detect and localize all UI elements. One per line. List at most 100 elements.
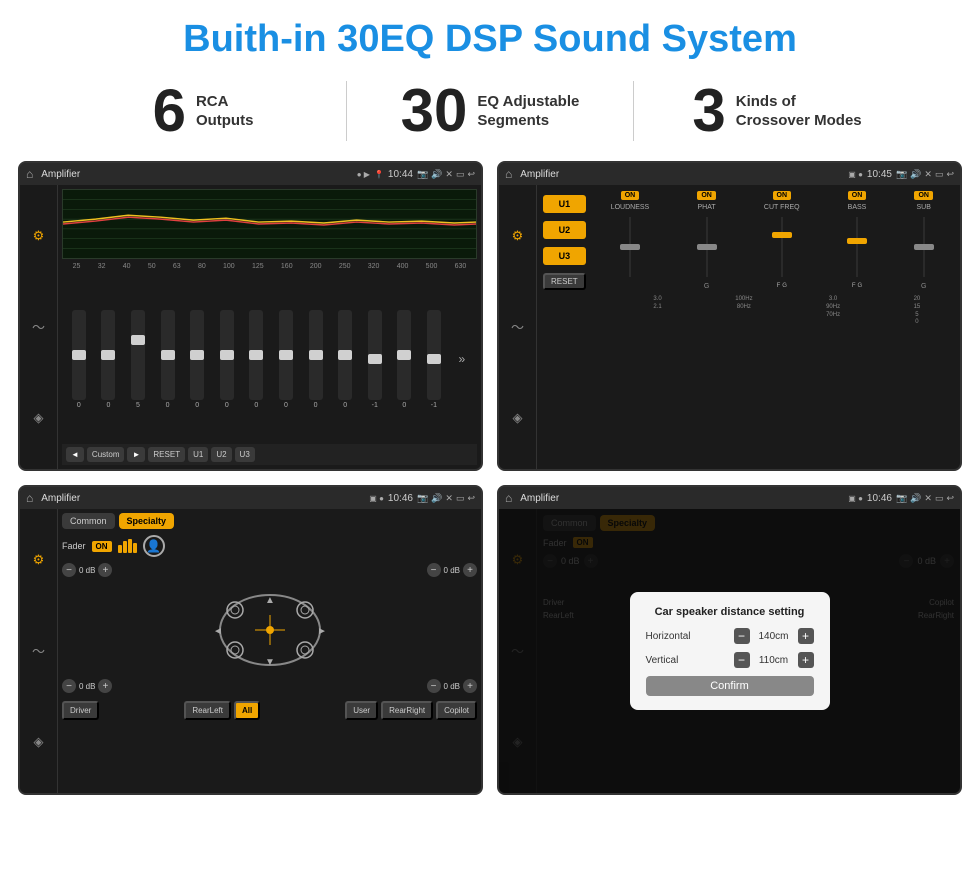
cs-sidebar-icon-1[interactable]: ⚙: [33, 552, 45, 568]
amp-sidebar-icon-1[interactable]: ⚙: [512, 228, 524, 244]
amp-sidebar-icon-3[interactable]: ◈: [513, 410, 523, 426]
amp-status-icons: 📷 🔊 ✕ ▭ ↩: [896, 169, 954, 180]
u1-button[interactable]: U1: [188, 447, 208, 462]
user-btn[interactable]: User: [345, 701, 378, 720]
loudness-freq-2: 2.1: [653, 304, 661, 312]
back-icon[interactable]: ↩: [467, 169, 475, 180]
sub-g-label: G: [921, 283, 926, 290]
u3-button[interactable]: U3: [235, 447, 255, 462]
horizontal-plus-btn[interactable]: +: [798, 628, 814, 644]
page-title: Buith-in 30EQ DSP Sound System: [0, 0, 980, 71]
eq-slider-11: -1: [368, 310, 382, 409]
eq-sidebar-icon-1[interactable]: ⚙: [33, 228, 45, 244]
u3-channel-btn[interactable]: U3: [543, 247, 586, 265]
vertical-minus-btn[interactable]: −: [734, 652, 750, 668]
volume-icon: 🔊: [431, 169, 442, 180]
bass-control: ON BASS FG: [848, 191, 867, 290]
db-value-br: 0 dB: [444, 682, 460, 691]
eq-sidebar-icon-3[interactable]: ◈: [34, 410, 44, 426]
u2-channel-btn[interactable]: U2: [543, 221, 586, 239]
u1-channel-btn[interactable]: U1: [543, 195, 586, 213]
cutfreq-slider[interactable]: [781, 217, 783, 277]
cs-sidebar-icon-3[interactable]: ◈: [34, 734, 44, 750]
cs-home-icon[interactable]: ⌂: [26, 491, 33, 505]
close-icon[interactable]: ✕: [445, 169, 453, 180]
confirm-button[interactable]: Confirm: [646, 676, 814, 696]
sub-on-badge: ON: [914, 191, 933, 200]
bass-label: BASS: [848, 204, 867, 211]
prev-button[interactable]: ◄: [66, 447, 84, 462]
horizontal-minus-btn[interactable]: −: [734, 628, 750, 644]
cs-title: Amplifier: [41, 493, 365, 504]
eq-main-area: 2532405063 80100125160200 25032040050063…: [58, 185, 481, 469]
speaker-distance-dialog: Car speaker distance setting Horizontal …: [630, 592, 830, 710]
db-row-bottom: − 0 dB + − 0 dB +: [62, 679, 477, 693]
bass-slider[interactable]: [856, 217, 858, 277]
eq-title: Amplifier: [41, 169, 352, 180]
cs-screen-body: ⚙ 〜 ◈ Common Specialty Fader ON: [20, 509, 481, 793]
car-spacer: [230, 679, 310, 693]
sub-val-1: 20: [914, 296, 921, 304]
dialog-camera-icon: 📷: [896, 493, 907, 504]
db-plus-tr[interactable]: +: [463, 563, 477, 577]
horizontal-value: 140cm: [754, 631, 794, 642]
vertical-plus-btn[interactable]: +: [798, 652, 814, 668]
amp-close-icon[interactable]: ✕: [924, 169, 932, 180]
copilot-btn[interactable]: Copilot: [436, 701, 477, 720]
car-area: ▲ ▼ ◄ ►: [62, 585, 477, 675]
svg-text:▲: ▲: [265, 595, 275, 606]
horizontal-label: Horizontal: [646, 631, 691, 642]
u-channel-buttons: U1 U2 U3 RESET: [543, 195, 586, 463]
db-plus-tl[interactable]: +: [98, 563, 112, 577]
all-btn[interactable]: All: [234, 701, 260, 720]
tab-specialty[interactable]: Specialty: [119, 513, 175, 529]
cs-close-icon[interactable]: ✕: [445, 493, 453, 504]
driver-btn[interactable]: Driver: [62, 701, 99, 720]
cs-main-area: Common Specialty Fader ON 👤: [58, 509, 481, 793]
fader-on-badge: ON: [92, 541, 112, 552]
dialog-window-icon[interactable]: ▭: [935, 493, 944, 504]
db-plus-br[interactable]: +: [463, 679, 477, 693]
amp-home-icon[interactable]: ⌂: [505, 167, 512, 181]
db-plus-bl[interactable]: +: [98, 679, 112, 693]
loudness-slider[interactable]: [629, 217, 631, 277]
cs-sidebar-icon-2[interactable]: 〜: [32, 641, 45, 660]
dialog-home-icon[interactable]: ⌂: [505, 491, 512, 505]
amp-back-icon[interactable]: ↩: [946, 169, 954, 180]
home-icon[interactable]: ⌂: [26, 167, 33, 181]
eq-sidebar-icon-2[interactable]: 〜: [32, 317, 45, 336]
cs-back-icon[interactable]: ↩: [467, 493, 475, 504]
amp-sidebar-icon-2[interactable]: 〜: [511, 317, 524, 336]
next-button[interactable]: ►: [127, 447, 145, 462]
sub-slider[interactable]: [923, 217, 925, 277]
window-icon[interactable]: ▭: [456, 169, 465, 180]
dialog-back-icon[interactable]: ↩: [946, 493, 954, 504]
cutfreq-on-badge: ON: [773, 191, 792, 200]
db-minus-bl[interactable]: −: [62, 679, 76, 693]
cutfreq-val-2: 80Hz: [735, 304, 752, 312]
eq-more-icon[interactable]: »: [457, 352, 468, 366]
tab-common[interactable]: Common: [62, 513, 115, 529]
db-control-top-right: − 0 dB +: [427, 563, 477, 577]
phat-slider[interactable]: [706, 217, 708, 277]
u2-button[interactable]: U2: [211, 447, 231, 462]
db-minus-tr[interactable]: −: [427, 563, 441, 577]
dialog-title-bar: Amplifier: [520, 493, 844, 504]
amp-reset-btn[interactable]: RESET: [543, 273, 586, 290]
cs-window-icon[interactable]: ▭: [456, 493, 465, 504]
fader-label: Fader: [62, 541, 86, 551]
vertical-label: Vertical: [646, 655, 679, 666]
db-minus-br[interactable]: −: [427, 679, 441, 693]
eq-slider-6: 0: [220, 310, 234, 409]
reset-button[interactable]: RESET: [148, 447, 185, 462]
fader-bars: [118, 539, 137, 553]
eq-bottom-bar: ◄ Custom ► RESET U1 U2 U3: [62, 444, 477, 465]
db-minus-tl[interactable]: −: [62, 563, 76, 577]
amp-window-icon[interactable]: ▭: [935, 169, 944, 180]
dialog-overlay: Car speaker distance setting Horizontal …: [499, 509, 960, 793]
cs-status-bar: ⌂ Amplifier ▣ ● 10:46 📷 🔊 ✕ ▭ ↩: [20, 487, 481, 509]
dialog-close-icon[interactable]: ✕: [924, 493, 932, 504]
rearright-btn[interactable]: RearRight: [381, 701, 433, 720]
rearleft-btn[interactable]: RearLeft: [184, 701, 231, 720]
fader-bar-1: [118, 545, 122, 553]
